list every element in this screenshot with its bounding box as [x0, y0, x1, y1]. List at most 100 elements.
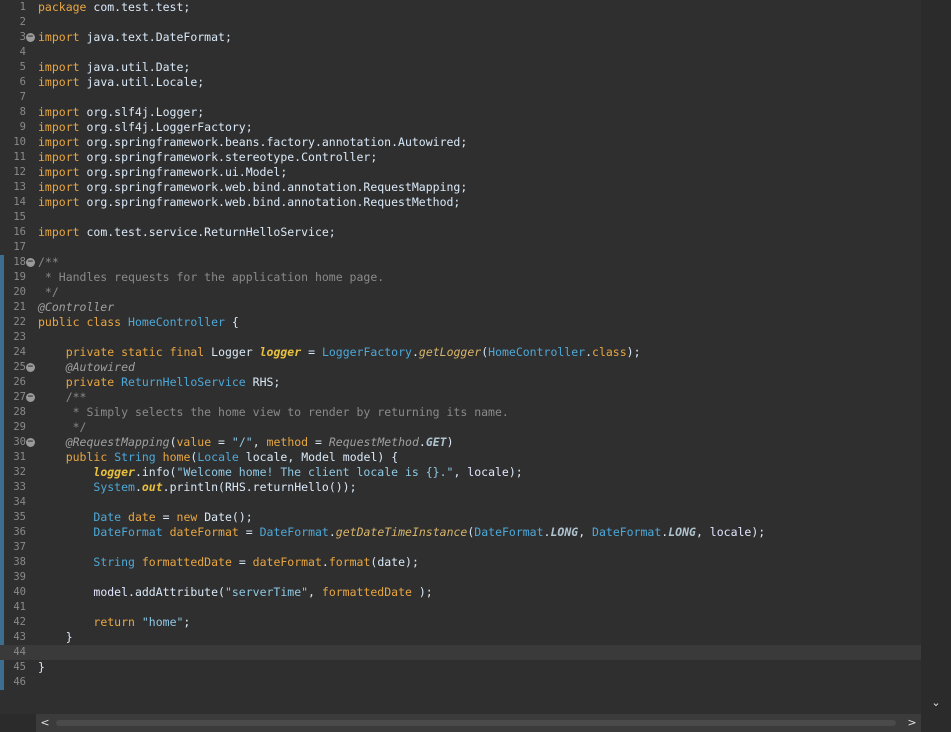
- code-line[interactable]: 34: [0, 495, 921, 510]
- code-line[interactable]: 5 import java.util.Date;: [0, 60, 921, 75]
- code-line[interactable]: 26 private ReturnHelloService RHS;: [0, 375, 921, 390]
- code-editor[interactable]: 1 package com.test.test; 2 3− import java.te…: [0, 0, 921, 714]
- code-line[interactable]: 13 import org.springframework.web.bind.an…: [0, 180, 921, 195]
- code-line[interactable]: 39: [0, 570, 921, 585]
- fold-collapse-icon[interactable]: −: [26, 438, 35, 447]
- scroll-left-arrow-icon[interactable]: <: [38, 716, 52, 730]
- code-line[interactable]: 8 import org.slf4j.Logger;: [0, 105, 921, 120]
- code-line[interactable]: 4: [0, 45, 921, 60]
- code-text: import org.springframework.web.bind.anno…: [38, 180, 467, 195]
- code-line[interactable]: 27− /**: [0, 390, 921, 405]
- code-line[interactable]: 21 @Controller: [0, 300, 921, 315]
- horizontal-scroll-thumb[interactable]: [56, 720, 896, 726]
- code-line[interactable]: 7: [0, 90, 921, 105]
- code-line[interactable]: 24 private static final Logger logger = …: [0, 345, 921, 360]
- vertical-scrollbar[interactable]: ⌄: [921, 0, 951, 714]
- code-text: return "home";: [38, 615, 190, 630]
- code-line[interactable]: 41: [0, 600, 921, 615]
- code-line[interactable]: 38 String formattedDate = dateFormat.for…: [0, 555, 921, 570]
- code-token: "Welcome home! The client locale is {}.": [176, 465, 454, 479]
- code-token: com.test.service.ReturnHelloService;: [79, 225, 336, 239]
- code-line[interactable]: 9 import org.slf4j.LoggerFactory;: [0, 120, 921, 135]
- code-line[interactable]: 10 import org.springframework.beans.facto…: [0, 135, 921, 150]
- code-token: public: [38, 315, 80, 329]
- code-token: ) {: [377, 450, 399, 464]
- code-token: String: [114, 450, 156, 464]
- fold-collapse-icon[interactable]: −: [26, 363, 35, 372]
- line-number: 19: [13, 271, 26, 283]
- fold-collapse-icon[interactable]: −: [26, 33, 35, 42]
- code-line[interactable]: 3− import java.text.DateFormat;: [0, 30, 921, 45]
- line-number: 32: [13, 466, 26, 478]
- code-line[interactable]: 25− @Autowired: [0, 360, 921, 375]
- code-token: HomeController: [128, 315, 225, 329]
- code-line[interactable]: 23: [0, 330, 921, 345]
- code-line[interactable]: 35 Date date = new Date();: [0, 510, 921, 525]
- code-token: java.util.Date;: [79, 60, 191, 74]
- code-line[interactable]: 1 package com.test.test;: [0, 0, 921, 15]
- code-line[interactable]: 46: [0, 675, 921, 690]
- line-number: 35: [13, 511, 26, 523]
- code-line[interactable]: 20 */: [0, 285, 921, 300]
- code-line[interactable]: 18−/**: [0, 255, 921, 270]
- line-number: 43: [13, 631, 26, 643]
- code-token: ,: [287, 450, 302, 464]
- line-number: 34: [13, 496, 26, 508]
- code-line[interactable]: 15: [0, 210, 921, 225]
- code-line[interactable]: 11 import org.springframework.stereotype.…: [0, 150, 921, 165]
- code-line[interactable]: 16 import com.test.service.ReturnHelloSer…: [0, 225, 921, 240]
- code-line[interactable]: 31 public String home(Locale locale, Mod…: [0, 450, 921, 465]
- code-token: "home": [141, 615, 184, 629]
- code-line[interactable]: 37: [0, 540, 921, 555]
- code-token: .addAttribute(: [128, 585, 225, 599]
- code-line[interactable]: 36 DateFormat dateFormat = DateFormat.ge…: [0, 525, 921, 540]
- code-line[interactable]: 44: [0, 645, 921, 660]
- scrollbar-corner: [921, 714, 951, 732]
- code-line[interactable]: 12 import org.springframework.ui.Model;: [0, 165, 921, 180]
- code-text: System.out.println(RHS.returnHello());: [38, 480, 356, 495]
- code-line[interactable]: 45}: [0, 660, 921, 675]
- code-line[interactable]: 43 }: [0, 630, 921, 645]
- code-text: import java.util.Locale;: [38, 75, 204, 90]
- scroll-down-arrow-icon[interactable]: ⌄: [929, 696, 943, 710]
- code-token: */: [65, 420, 87, 434]
- code-line[interactable]: 6 import java.util.Locale;: [0, 75, 921, 90]
- code-token: Date();: [197, 510, 253, 524]
- code-token: import: [38, 225, 80, 239]
- code-line[interactable]: 19 * Handles requests for the applicatio…: [0, 270, 921, 285]
- line-number: 11: [13, 151, 26, 163]
- fold-collapse-icon[interactable]: −: [26, 258, 35, 267]
- code-token: method: [266, 435, 309, 449]
- code-line[interactable]: 14 import org.springframework.web.bind.an…: [0, 195, 921, 210]
- code-token: /**: [38, 255, 59, 269]
- code-line[interactable]: 28 * Simply selects the home view to ren…: [0, 405, 921, 420]
- code-line[interactable]: 33 System.out.println(RHS.returnHello())…: [0, 480, 921, 495]
- code-token: formattedDate: [321, 585, 412, 599]
- code-token: private: [65, 375, 115, 389]
- code-text: import org.springframework.web.bind.anno…: [38, 195, 460, 210]
- line-number: 6: [19, 76, 26, 88]
- fold-collapse-icon[interactable]: −: [26, 393, 35, 402]
- code-token: GET: [425, 435, 447, 449]
- code-line[interactable]: 29 */: [0, 420, 921, 435]
- code-text: public String home(Locale locale, Model …: [38, 450, 398, 465]
- horizontal-scrollbar[interactable]: < >: [36, 714, 921, 732]
- line-number: 9: [19, 121, 26, 133]
- code-line[interactable]: 32 logger.info("Welcome home! The client…: [0, 465, 921, 480]
- code-line[interactable]: 40 model.addAttribute("serverTime", form…: [0, 585, 921, 600]
- code-line[interactable]: 2: [0, 15, 921, 30]
- code-token: */: [38, 285, 59, 299]
- line-number: 17: [13, 241, 26, 253]
- code-line[interactable]: 17: [0, 240, 921, 255]
- code-line[interactable]: 30− @RequestMapping(value = "/", method …: [0, 435, 921, 450]
- code-line[interactable]: 22 public class HomeController {: [0, 315, 921, 330]
- code-line[interactable]: 42 return "home";: [0, 615, 921, 630]
- code-token: import: [38, 180, 80, 194]
- scroll-right-arrow-icon[interactable]: >: [905, 716, 919, 730]
